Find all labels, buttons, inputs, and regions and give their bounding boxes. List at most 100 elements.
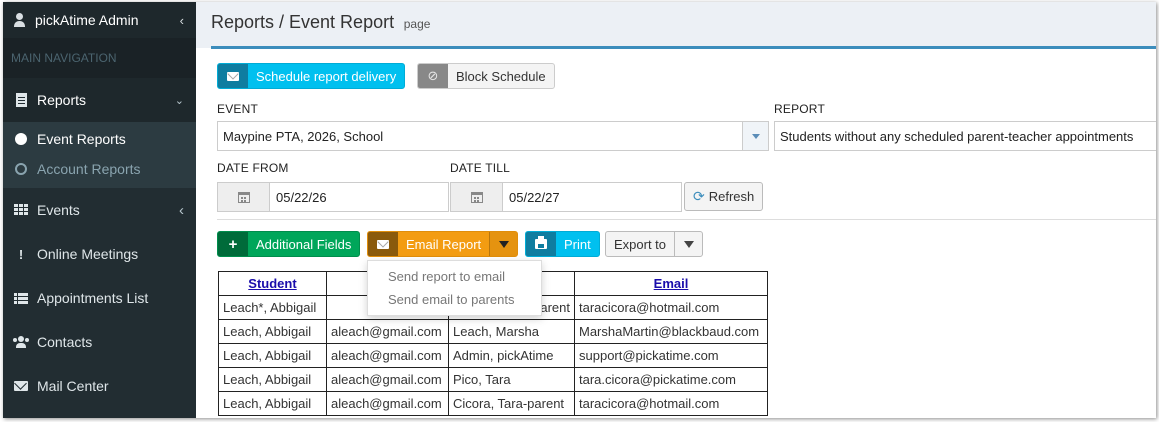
- sidebar-item-label: Contacts: [37, 334, 93, 350]
- schedule-report-label: Schedule report delivery: [256, 68, 397, 84]
- report-box: Schedule report delivery ⊘ Block Schedul…: [211, 46, 1156, 418]
- event-label: EVENT: [217, 102, 259, 116]
- print-icon: [526, 232, 556, 256]
- email-report-button[interactable]: Email Report: [367, 231, 519, 257]
- date-from-label: DATE FROM: [217, 161, 289, 175]
- chevron-left-icon: ‹: [179, 201, 184, 219]
- report-select[interactable]: Students without any scheduled parent-te…: [774, 121, 1156, 151]
- calendar-icon[interactable]: [218, 183, 270, 211]
- block-schedule-button[interactable]: ⊘ Block Schedule: [417, 63, 555, 89]
- date-till-label: DATE TILL: [450, 161, 511, 175]
- refresh-icon: ⟳: [693, 188, 705, 204]
- ban-icon: ⊘: [418, 64, 448, 88]
- sidebar-item-appointments-list[interactable]: Appointments List: [3, 276, 196, 320]
- export-to-label: Export to: [614, 236, 667, 252]
- page-subtitle: page: [403, 17, 431, 31]
- table-cell: Leach*, Abbigail: [218, 295, 327, 320]
- export-to-button[interactable]: Export to: [605, 231, 704, 257]
- caret-down-icon[interactable]: [489, 232, 518, 256]
- sidebar-subitem-account-reports[interactable]: Account Reports: [3, 154, 196, 184]
- sidebar-item-label: Online Meetings: [37, 246, 139, 262]
- menu-item-send-report-to-email[interactable]: Send report to email: [368, 265, 541, 288]
- refresh-label: Refresh: [708, 189, 755, 204]
- user-icon: [13, 13, 27, 27]
- print-button[interactable]: Print: [525, 231, 600, 257]
- schedule-report-button[interactable]: Schedule report delivery: [217, 63, 406, 89]
- table-cell: Leach, Abbigail: [218, 343, 327, 368]
- sidebar-subitem-event-reports[interactable]: Event Reports: [3, 124, 196, 154]
- envelope-icon: [368, 232, 398, 256]
- date-from-field[interactable]: 05/22/26: [217, 182, 449, 212]
- column-header[interactable]: Email: [574, 271, 768, 296]
- exclamation-icon: !: [18, 246, 24, 262]
- page-title: Reports / Event Report: [211, 12, 395, 32]
- sidebar-item-label: Mail Center: [37, 378, 109, 394]
- email-report-menu: Send report to email Send email to paren…: [367, 260, 542, 316]
- table-cell: taracicora@hotmail.com: [574, 295, 768, 320]
- sidebar-item-contacts[interactable]: Contacts: [3, 320, 196, 364]
- table-row: Leach, Abbigail aleach@gmail.com Cicora,…: [218, 391, 768, 416]
- sidebar-item-mail-center[interactable]: Mail Center: [3, 364, 196, 408]
- email-report-label: Email Report: [406, 236, 482, 252]
- event-select-value: Maypine PTA, 2026, School: [223, 128, 384, 144]
- sidebar-subitem-label: Account Reports: [37, 161, 141, 177]
- th-icon: [13, 204, 29, 216]
- envelope-icon: [218, 64, 248, 88]
- reports-submenu: Event Reports Account Reports: [3, 122, 196, 188]
- table-cell: MarshaMartin@blackbaud.com: [574, 319, 768, 344]
- app-window: pickAtime Admin ‹ MAIN NAVIGATION Report…: [3, 2, 1156, 418]
- table-cell: aleach@gmail.com: [326, 343, 449, 368]
- table-cell: Leach, Marsha: [448, 319, 575, 344]
- user-name: pickAtime Admin: [35, 12, 139, 28]
- main-content: Reports / Event Report page Schedule rep…: [196, 2, 1156, 418]
- divider: [217, 219, 1156, 220]
- table-cell: support@pickatime.com: [574, 343, 768, 368]
- table-row: Leach, Abbigail aleach@gmail.com Leach, …: [218, 319, 768, 344]
- circle-outline-icon: [15, 163, 27, 175]
- sidebar-subitem-label: Event Reports: [37, 131, 126, 147]
- table-row: Leach, Abbigail aleach@gmail.com Pico, T…: [218, 367, 768, 392]
- sidebar-item-events[interactable]: Events ‹: [3, 188, 196, 232]
- file-icon: [13, 93, 29, 107]
- chevron-left-icon[interactable]: ‹: [180, 13, 184, 28]
- circle-filled-icon: [15, 133, 27, 145]
- table-cell: aleach@gmail.com: [326, 391, 449, 416]
- block-schedule-label: Block Schedule: [456, 68, 546, 84]
- user-panel[interactable]: pickAtime Admin ‹: [3, 2, 196, 38]
- report-select-value: Students without any scheduled parent-te…: [780, 128, 1134, 144]
- table-row: Leach, Abbigail aleach@gmail.com Admin, …: [218, 343, 768, 368]
- table-cell: tara.cicora@pickatime.com: [574, 367, 768, 392]
- event-select[interactable]: Maypine PTA, 2026, School: [217, 121, 769, 151]
- column-header-label[interactable]: Email: [654, 276, 689, 291]
- users-icon: [13, 336, 29, 348]
- table-cell: Leach, Abbigail: [218, 367, 327, 392]
- report-label: REPORT: [774, 102, 825, 116]
- caret-down-icon[interactable]: [674, 232, 702, 256]
- sidebar-item-reports[interactable]: Reports ⌄: [3, 78, 196, 122]
- column-header-label[interactable]: Student: [248, 276, 296, 291]
- additional-fields-label: Additional Fields: [256, 236, 352, 252]
- plus-icon: +: [218, 232, 248, 256]
- table-cell: aleach@gmail.com: [326, 319, 449, 344]
- print-label: Print: [564, 236, 591, 252]
- date-till-value: 05/22/27: [509, 189, 560, 205]
- content-header: Reports / Event Report page: [196, 2, 1156, 48]
- list-icon: [13, 292, 29, 304]
- additional-fields-button[interactable]: + Additional Fields: [217, 231, 361, 257]
- calendar-icon[interactable]: [451, 183, 503, 211]
- menu-item-send-email-to-parents[interactable]: Send email to parents: [368, 288, 541, 311]
- sidebar-item-online-meetings[interactable]: ! Online Meetings: [3, 232, 196, 276]
- chevron-down-icon: ⌄: [174, 94, 184, 107]
- chevron-down-icon[interactable]: [742, 122, 768, 150]
- sidebar: pickAtime Admin ‹ MAIN NAVIGATION Report…: [3, 2, 196, 418]
- table-cell: Admin, pickAtime: [448, 343, 575, 368]
- nav-header: MAIN NAVIGATION: [3, 38, 196, 78]
- date-from-value: 05/22/26: [276, 189, 327, 205]
- table-cell: Pico, Tara: [448, 367, 575, 392]
- envelope-icon: [13, 381, 29, 391]
- table-cell: Leach, Abbigail: [218, 391, 327, 416]
- refresh-button[interactable]: ⟳ Refresh: [684, 182, 764, 211]
- column-header[interactable]: Student: [218, 271, 327, 296]
- table-cell: taracicora@hotmail.com: [574, 391, 768, 416]
- date-till-field[interactable]: 05/22/27: [450, 182, 682, 212]
